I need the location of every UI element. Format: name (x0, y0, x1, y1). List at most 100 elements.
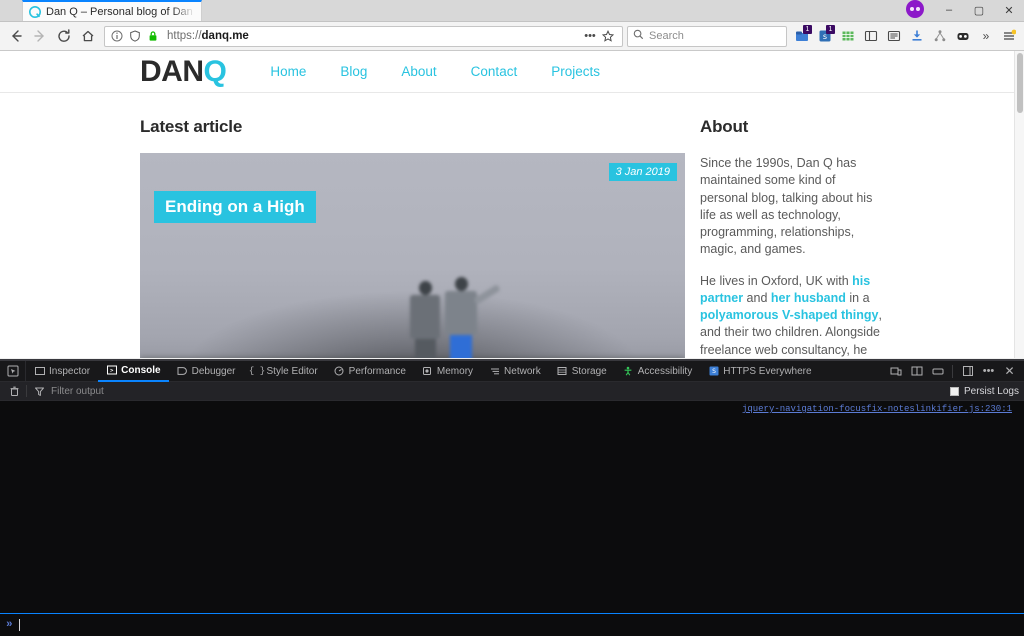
green-grid-icon[interactable] (837, 25, 859, 47)
nav-item-projects[interactable]: Projects (551, 64, 600, 79)
article-date-badge: 3 Jan 2019 (608, 163, 677, 181)
site-logo[interactable]: DANQ (140, 55, 227, 89)
extension-toolbar: 1 s 1 » (791, 25, 1020, 47)
persist-logs-checkbox[interactable] (949, 386, 959, 396)
close-devtools-icon[interactable]: ✕ (1000, 362, 1019, 381)
maximize-button[interactable]: ▢ (964, 0, 994, 21)
tab-debugger-label: Debugger (191, 365, 236, 377)
tab-network[interactable]: Network (481, 361, 549, 382)
filter-output-input[interactable]: Filter output (48, 386, 950, 397)
responsive-design-mode-icon[interactable] (886, 362, 905, 381)
home-button[interactable] (76, 24, 100, 48)
back-button[interactable] (4, 24, 28, 48)
nav-item-home[interactable]: Home (270, 64, 306, 79)
url-bar[interactable]: https://danq.me ••• (104, 25, 623, 47)
about-sidebar: About Since the 1990s, Dan Q has maintai… (700, 117, 885, 358)
lock-icon[interactable] (145, 28, 161, 44)
reload-button[interactable] (52, 24, 76, 48)
tab-performance[interactable]: Performance (326, 361, 414, 382)
extension-blue-icon[interactable]: s 1 (814, 25, 836, 47)
about-paragraph-2: He lives in Oxford, UK with his partner … (700, 273, 885, 359)
nav-item-blog[interactable]: Blog (340, 64, 367, 79)
article-hero-card[interactable]: 3 Jan 2019 Ending on a High (140, 153, 685, 358)
tab-accessibility-label: Accessibility (637, 365, 693, 377)
tab-storage[interactable]: Storage (549, 361, 615, 382)
tab-debugger[interactable]: Debugger (169, 361, 244, 382)
tab-style-editor[interactable]: { } Style Editor (244, 361, 326, 382)
search-bar[interactable]: Search (627, 25, 787, 47)
console-scrollbar[interactable] (1016, 401, 1024, 613)
about-text-0: He lives in Oxford, UK with (700, 273, 853, 288)
hero-figure-right (445, 277, 501, 358)
sidebar-icon[interactable] (860, 25, 882, 47)
tab-console[interactable]: > Console (98, 361, 169, 382)
tab-memory[interactable]: Memory (414, 361, 481, 382)
hamburger-menu-icon[interactable] (998, 25, 1020, 47)
minimize-button[interactable]: – (934, 0, 964, 21)
extension-blue-badge: 1 (826, 25, 835, 34)
devtools-menu-icon[interactable]: ••• (979, 362, 998, 381)
nav-item-contact[interactable]: Contact (471, 64, 518, 79)
console-source-link[interactable]: jquery-navigation-focusfix-noteslinkifie… (742, 404, 1012, 414)
tab-https-everywhere[interactable]: S HTTPS Everywhere (700, 361, 819, 382)
downloads-icon[interactable] (906, 25, 928, 47)
trash-icon[interactable] (5, 383, 23, 400)
devtools-toolbar-actions: ••• ✕ (886, 362, 1024, 381)
pocket-icon[interactable] (952, 25, 974, 47)
about-heading: About (700, 117, 749, 136)
tracking-protection-icon[interactable] (127, 28, 143, 44)
article-title[interactable]: Ending on a High (154, 191, 316, 223)
tab-style-editor-label: Style Editor (266, 365, 318, 377)
tab-title: Dan Q – Personal blog of Dan Q: ha (46, 5, 195, 18)
page-scrollbar-thumb[interactable] (1017, 53, 1023, 113)
tab-accessibility[interactable]: Accessibility (615, 361, 700, 382)
about-text-2: and (743, 290, 771, 305)
network-icon (489, 366, 500, 377)
console-input-row[interactable]: » (0, 613, 1024, 636)
dock-position-icon[interactable] (958, 362, 977, 381)
site-header: DANQ Home Blog About Contact Projects (0, 51, 1014, 93)
bookmark-star-icon[interactable] (600, 28, 616, 44)
tab-network-label: Network (504, 365, 541, 377)
screenshot-icon[interactable] (928, 362, 947, 381)
reader-icon[interactable] (883, 25, 905, 47)
about-link-5[interactable]: polyamorous V-shaped thingy (700, 308, 879, 322)
memory-icon (422, 366, 433, 377)
overflow-icon[interactable]: » (975, 25, 997, 47)
tab-performance-label: Performance (348, 365, 406, 377)
firefox-account-icon[interactable] (906, 0, 924, 18)
console-filter-bar: Filter output Persist Logs (0, 382, 1024, 401)
devtools-panel: Inspector > Console Debugger { } Style E… (0, 359, 1024, 636)
browser-window: Dan Q – Personal blog of Dan Q: ha – ▢ ✕ (0, 0, 1024, 636)
about-text-4: in a (845, 290, 870, 305)
web-page-viewport: DANQ Home Blog About Contact Projects La… (0, 51, 1014, 358)
nav-item-about[interactable]: About (401, 64, 436, 79)
hero-figure-left (410, 281, 440, 358)
forward-button[interactable] (28, 24, 52, 48)
svg-text:S: S (712, 368, 716, 375)
tab-inspector[interactable]: Inspector (26, 361, 98, 382)
page-content: Latest article 3 Jan 2019 Ending on a Hi… (0, 93, 1014, 358)
page-scrollbar[interactable] (1014, 51, 1024, 358)
page-info-icon[interactable] (109, 28, 125, 44)
container-tabs-badge: 1 (803, 25, 812, 34)
search-input-placeholder[interactable]: Search (649, 30, 684, 42)
element-picker-icon[interactable] (0, 360, 26, 382)
console-output[interactable]: jquery-navigation-focusfix-noteslinkifie… (0, 401, 1024, 613)
console-input-focus-ring (0, 613, 1024, 636)
browser-tab-active[interactable]: Dan Q – Personal blog of Dan Q: ha (22, 0, 202, 21)
page-actions-icon[interactable]: ••• (582, 28, 598, 44)
svg-text:>: > (110, 368, 114, 374)
container-tabs-icon[interactable]: 1 (791, 25, 813, 47)
toolbar-divider (952, 364, 953, 378)
storage-icon (557, 366, 568, 377)
close-button[interactable]: ✕ (994, 0, 1024, 21)
network-tree-icon[interactable] (929, 25, 951, 47)
latest-article-heading: Latest article (140, 117, 243, 136)
console-input-caret (18, 619, 20, 631)
persist-logs-toggle[interactable]: Persist Logs (949, 386, 1019, 397)
about-link-3[interactable]: her husband (771, 291, 846, 305)
split-console-icon[interactable] (907, 362, 926, 381)
funnel-icon[interactable] (30, 383, 48, 400)
url-text[interactable]: https://danq.me (167, 30, 582, 42)
